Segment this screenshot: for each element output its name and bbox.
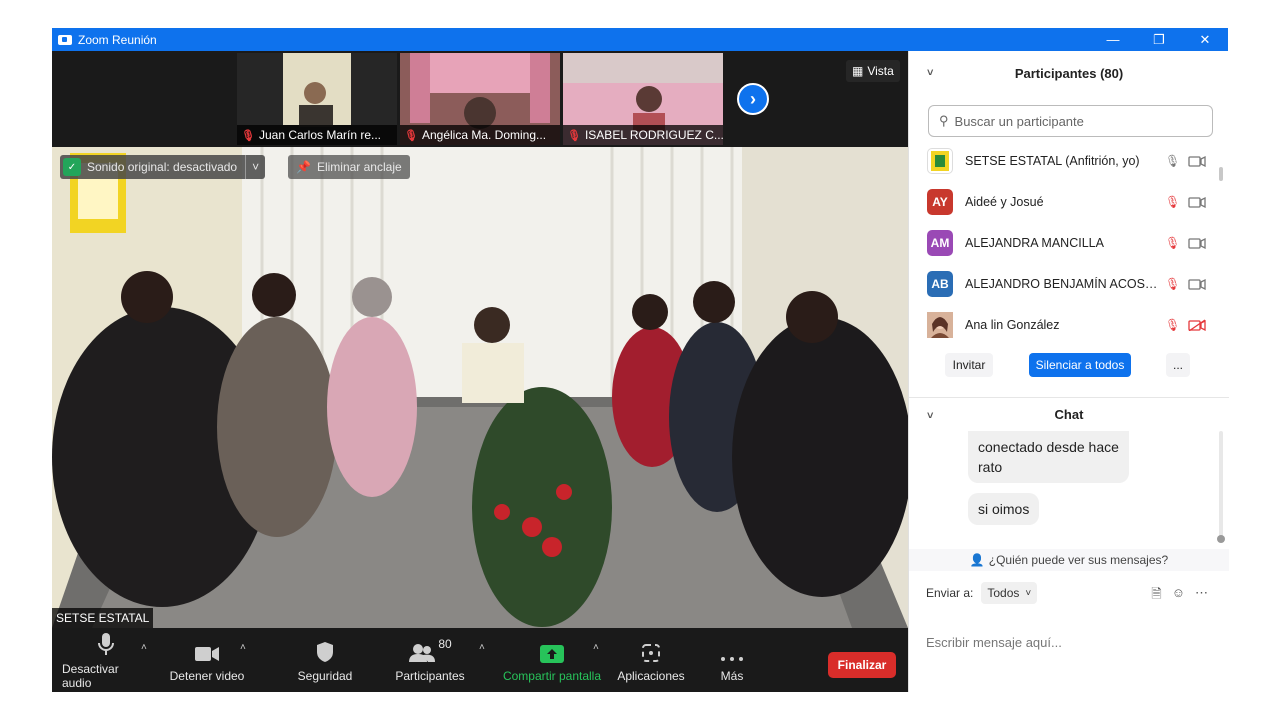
chevron-down-icon[interactable]: ˅ (245, 155, 265, 179)
avatar (927, 147, 953, 174)
participant-search-input[interactable]: ⚲ Buscar un participante (928, 105, 1213, 137)
chat-header: ˅ Chat (909, 397, 1229, 431)
thumbnail-strip: 🎙 Juan Carlos Marín re... 🎙 Angélica Ma.… (52, 51, 908, 147)
apps-icon (641, 637, 661, 663)
ellipsis-icon[interactable]: ⋯ (1195, 585, 1208, 607)
mic-muted-icon[interactable]: 🎙 (1165, 277, 1180, 291)
people-icon: 80 (408, 637, 452, 663)
video-area: 🎙 Juan Carlos Marín re... 🎙 Angélica Ma.… (52, 51, 908, 692)
grid-icon: ▦ (852, 64, 864, 78)
search-icon: ⚲ (939, 113, 949, 128)
participant-row[interactable]: AB ALEJANDRO BENJAMÍN ACOST... 🎙 (909, 263, 1229, 304)
ellipsis-icon (720, 637, 744, 663)
avatar: AM (927, 229, 953, 256)
pin-icon: 📌 (296, 160, 311, 174)
chevron-down-icon[interactable]: ˅ (927, 410, 933, 422)
unpin-button[interactable]: 📌 Eliminar anclaje (288, 155, 410, 179)
participants-header: ˅ Participantes (80) (927, 65, 1124, 81)
chat-scrollbar[interactable] (1219, 431, 1223, 537)
chevron-up-icon[interactable]: ˄ (141, 642, 147, 653)
meeting-toolbar: Desactivar audio ˄ Detener video ˄ Segur… (52, 628, 908, 692)
mic-muted-icon: 🎙 (404, 129, 418, 142)
participant-row[interactable]: SETSE ESTATAL (Anfitrión, yo) 🎙 (909, 140, 1229, 181)
participant-actions: Invitar Silenciar a todos ... (909, 353, 1229, 379)
zoom-window: Zoom Reunión — ❐ ✕ 🎙 Juan Carlos Marín r… (52, 28, 1229, 692)
thumbnail-name-label: 🎙 ISABEL RODRIGUEZ C... (563, 125, 723, 145)
chevron-up-icon[interactable]: ˄ (240, 642, 246, 653)
video-camera-icon[interactable] (1188, 237, 1206, 249)
mic-muted-icon: 🎙 (241, 129, 255, 142)
thumbnail-video[interactable]: 🎙 ISABEL RODRIGUEZ C... (563, 53, 723, 145)
chevron-down-icon: ˅ (1025, 587, 1032, 599)
view-button[interactable]: ▦ Vista (846, 60, 900, 82)
thumbnail-name-label: 🎙 Angélica Ma. Doming... (400, 125, 560, 145)
participant-count: 80 (438, 637, 452, 651)
share-arrow-icon (540, 637, 564, 663)
thumbnail-video[interactable]: 🎙 Juan Carlos Marín re... (237, 53, 397, 145)
video-camera-icon (194, 637, 220, 663)
who-can-see-messages-link[interactable]: 👤 ¿Quién puede ver sus mensajes? (909, 549, 1229, 571)
original-sound-toggle[interactable]: ✓ Sonido original: desactivado ˅ (60, 155, 266, 179)
video-camera-icon[interactable] (1188, 196, 1206, 208)
window-title: Zoom Reunión (78, 32, 157, 47)
chat-message-input[interactable]: Escribir mensaje aquí... (926, 635, 1062, 650)
mic-muted-icon[interactable]: 🎙 (1165, 236, 1180, 250)
stop-video-button[interactable]: Detener video (166, 628, 248, 692)
file-icon[interactable]: 🗎 (1151, 585, 1161, 607)
shield-icon (315, 637, 335, 663)
mic-muted-icon[interactable]: 🎙 (1165, 318, 1180, 332)
participant-row[interactable]: Ana lin González 🎙 (909, 304, 1229, 344)
more-options-button[interactable]: ... (1166, 353, 1190, 377)
avatar (927, 311, 953, 338)
emoji-icon[interactable]: ☺ (1172, 585, 1185, 607)
microphone-icon[interactable]: 🎙 (1165, 154, 1180, 168)
zoom-app-icon (58, 34, 72, 45)
thumbnail-name-label: 🎙 Juan Carlos Marín re... (237, 125, 397, 145)
thumbnail-video[interactable]: 🎙 Angélica Ma. Doming... (400, 53, 560, 145)
participant-row[interactable]: AM ALEJANDRA MANCILLA 🎙 (909, 222, 1229, 263)
chat-message: conectado desde hace rato (968, 431, 1129, 483)
more-button[interactable]: Más (708, 628, 756, 692)
microphone-icon (96, 630, 116, 656)
security-button[interactable]: Seguridad (288, 628, 362, 692)
mute-audio-button[interactable]: Desactivar audio (62, 628, 150, 692)
video-camera-icon[interactable] (1188, 155, 1206, 167)
invite-button[interactable]: Invitar (945, 353, 993, 377)
apps-button[interactable]: Aplicaciones (614, 628, 688, 692)
speaker-name-tag: SETSE ESTATAL (52, 608, 154, 628)
participant-row[interactable]: AY Aideé y Josué 🎙 (909, 181, 1229, 222)
chevron-down-icon[interactable]: ˅ (927, 67, 933, 79)
chat-scroll-end-icon (1217, 535, 1225, 543)
chat-messages: conectado desde hace rato si oimos (909, 431, 1229, 546)
minimize-icon[interactable]: — (1090, 28, 1136, 51)
share-screen-button[interactable]: Compartir pantalla (498, 628, 606, 692)
mic-muted-icon[interactable]: 🎙 (1165, 195, 1180, 209)
video-off-icon[interactable] (1188, 318, 1206, 331)
person-info-icon: 👤 (969, 553, 985, 567)
next-page-button[interactable]: › (737, 83, 769, 115)
close-icon[interactable]: ✕ (1182, 28, 1228, 51)
end-meeting-button[interactable]: Finalizar (828, 652, 896, 678)
main-speaker-video[interactable]: ✓ Sonido original: desactivado ˅ 📌 Elimi… (52, 147, 908, 628)
avatar: AB (927, 270, 953, 297)
chevron-up-icon[interactable]: ˄ (479, 642, 485, 653)
mute-all-button[interactable]: Silenciar a todos (1029, 353, 1131, 377)
avatar: AY (927, 188, 953, 215)
send-to-row: Enviar a: Todos ˅ (926, 582, 1038, 604)
chevron-up-icon[interactable]: ˄ (593, 642, 599, 653)
shield-check-icon: ✓ (63, 158, 81, 176)
chat-tools: 🗎 ☺ ⋯ (1151, 585, 1208, 607)
mic-muted-icon: 🎙 (567, 129, 581, 142)
meeting-room-image (52, 147, 908, 628)
title-bar: Zoom Reunión — ❐ ✕ (52, 28, 1228, 51)
restore-icon[interactable]: ❐ (1136, 28, 1182, 51)
participants-list: SETSE ESTATAL (Anfitrión, yo) 🎙 AY Aideé… (909, 139, 1229, 344)
participants-button[interactable]: 80 Participantes (390, 628, 470, 692)
window-controls: — ❐ ✕ (1090, 28, 1228, 51)
video-camera-icon[interactable] (1188, 278, 1206, 290)
recipient-select[interactable]: Todos ˅ (981, 582, 1038, 604)
chevron-right-icon: › (750, 88, 756, 109)
side-panel: ˅ Participantes (80) ⚲ Buscar un partici… (908, 51, 1229, 692)
chat-message: si oimos (968, 493, 1040, 525)
